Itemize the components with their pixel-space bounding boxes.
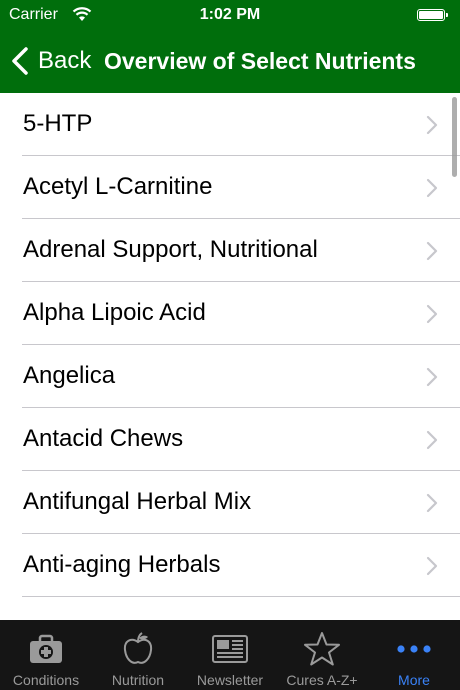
status-bar: Carrier 1:02 PM — [0, 0, 460, 32]
list-item[interactable]: Adrenal Support, Nutritional — [22, 219, 460, 282]
app-screen: Carrier 1:02 PM Back Overview of Select … — [0, 0, 460, 690]
chevron-right-icon — [426, 241, 438, 261]
back-button[interactable]: Back — [10, 43, 91, 79]
tab-label: Cures A-Z+ — [286, 672, 358, 688]
page-title: Overview of Select Nutrients — [104, 48, 416, 74]
tab-label: Nutrition — [111, 672, 165, 688]
chevron-right-icon — [426, 367, 438, 387]
list-item-label: 5-HTP — [23, 110, 93, 137]
list-item[interactable]: Antacid Chews — [22, 408, 460, 471]
back-label: Back — [38, 47, 92, 74]
list-item[interactable]: Alpha Lipoic Acid — [22, 282, 460, 345]
first-aid-kit-icon — [26, 629, 66, 669]
list-item-label: Antacid Chews — [23, 425, 184, 452]
list-item-label: Alpha Lipoic Acid — [23, 299, 206, 326]
list-item-label: Acetyl L-Carnitine — [23, 173, 213, 200]
list-item[interactable]: Angelica — [22, 345, 460, 408]
apple-icon — [118, 629, 158, 669]
more-dots-icon — [394, 629, 434, 669]
tab-label: More — [398, 672, 430, 688]
tab-conditions[interactable]: Conditions — [0, 620, 92, 690]
battery-icon — [417, 9, 448, 21]
chevron-right-icon — [426, 304, 438, 324]
list-item-label: Adrenal Support, Nutritional — [23, 236, 318, 263]
navigation-bar: Back Overview of Select Nutrients — [0, 32, 460, 93]
list-item[interactable]: Anti-aging Herbals — [22, 534, 460, 597]
tab-label: Newsletter — [196, 672, 264, 688]
tab-bar: Conditions Nutrition Newsletter Cures A-… — [0, 620, 460, 690]
list-item-label: Antifungal Herbal Mix — [23, 488, 252, 515]
chevron-right-icon — [426, 178, 438, 198]
scrollbar[interactable] — [452, 97, 457, 177]
chevron-right-icon — [426, 115, 438, 135]
tab-label: Conditions — [12, 672, 80, 688]
tab-nutrition[interactable]: Nutrition — [92, 620, 184, 690]
chevron-left-icon — [12, 47, 28, 75]
nutrient-list[interactable]: 5-HTP Acetyl L-Carnitine Adrenal Support… — [0, 93, 460, 620]
list-item-label: Anti-aging Herbals — [23, 551, 221, 578]
top-bar: Carrier 1:02 PM Back Overview of Select … — [0, 0, 460, 93]
list-item[interactable]: Antifungal Herbal Mix — [22, 471, 460, 534]
chevron-right-icon — [426, 493, 438, 513]
list-item[interactable]: Acetyl L-Carnitine — [22, 156, 460, 219]
newspaper-icon — [210, 629, 250, 669]
chevron-right-icon — [426, 430, 438, 450]
tab-more[interactable]: More — [368, 620, 460, 690]
tab-newsletter[interactable]: Newsletter — [184, 620, 276, 690]
chevron-right-icon — [426, 556, 438, 576]
star-icon — [302, 629, 342, 669]
list-item-label: Angelica — [23, 362, 116, 389]
tab-cures-a-z[interactable]: Cures A-Z+ — [276, 620, 368, 690]
status-time: 1:02 PM — [199, 6, 261, 23]
list-item[interactable]: 5-HTP — [22, 93, 460, 156]
